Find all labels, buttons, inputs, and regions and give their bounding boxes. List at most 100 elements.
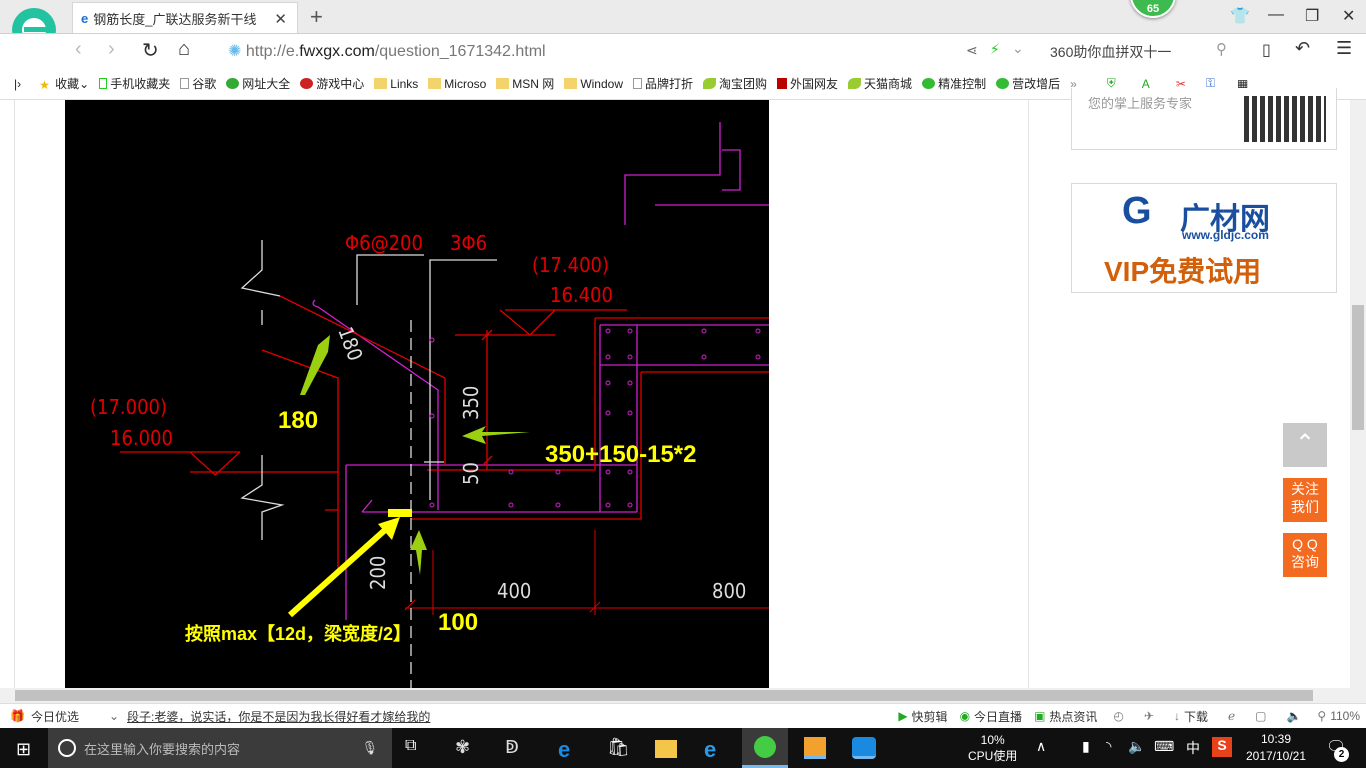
pin-icon[interactable]: ✈ (1144, 709, 1154, 723)
follow-us-button[interactable]: 关注我们 (1283, 478, 1327, 522)
sogou-icon[interactable]: S (1212, 737, 1232, 757)
taskbar-360-active[interactable] (742, 728, 788, 768)
bookmark-item[interactable]: 谷歌 (180, 75, 216, 92)
bookmark-label: 精准控制 (938, 77, 987, 91)
sidebar-toggle-icon[interactable]: |› (14, 77, 21, 91)
search-icon[interactable]: ⚲ (1216, 40, 1227, 58)
360-browser-icon (754, 736, 776, 758)
status-download[interactable]: 下载 (1184, 708, 1208, 725)
start-button[interactable]: ⊞ (16, 739, 31, 760)
file-explorer-icon[interactable] (655, 740, 677, 758)
annotation-formula: 350+150-15*2 (545, 441, 696, 468)
mic-icon[interactable]: 🎙 (361, 740, 378, 756)
spiral-app-icon[interactable]: ↁ (505, 737, 529, 759)
clock[interactable]: 10:39 2017/10/21 (1243, 731, 1309, 765)
bookmark-label: 外国网友 (790, 77, 839, 91)
phone-icon[interactable]: ▯ (1262, 40, 1271, 60)
bookmark-item[interactable]: 游戏中心 (300, 75, 364, 92)
new-tab-button[interactable]: + (310, 4, 323, 30)
back-button[interactable]: ‹ (75, 38, 82, 61)
bookmark-folder[interactable]: Window (564, 77, 623, 91)
qr-code (1244, 96, 1326, 142)
home-button[interactable]: ⌂ (178, 38, 190, 61)
battery-icon[interactable]: ▮ (1082, 738, 1090, 755)
horizontal-scroll-thumb[interactable] (15, 690, 1313, 701)
status-clip[interactable]: 快剪辑 (912, 708, 948, 725)
bookmark-item[interactable]: ★ 收藏 ⌄ (39, 75, 89, 93)
skin-icon[interactable]: 👕 (1230, 6, 1250, 26)
bookmark-item[interactable]: 营改增后 (996, 75, 1060, 92)
elevation-left: 16.000 (110, 426, 173, 450)
menu-icon[interactable]: ☰ (1336, 38, 1352, 59)
clock-date: 2017/10/21 (1245, 749, 1307, 763)
url-domain: fwxgx.com (299, 43, 375, 60)
site-favicon-icon: e (81, 11, 89, 26)
bookmark-item[interactable]: 淘宝团购 (703, 75, 767, 92)
rebar-label-stirrup: Φ6@200 (345, 231, 423, 255)
fan-app-icon[interactable]: ✾ (455, 737, 479, 759)
bookmark-item[interactable]: 外国网友 (777, 75, 838, 92)
volume-icon[interactable]: 🔈 (1286, 709, 1301, 723)
restore-button[interactable]: ❐ (1305, 6, 1319, 26)
elevation-top: 16.400 (550, 283, 613, 307)
reload-button[interactable]: ↻ (142, 38, 159, 63)
close-tab-icon[interactable]: ✕ (274, 10, 287, 28)
bookmark-item[interactable]: 品牌打折 (633, 75, 693, 92)
annotation-rule: 按照max【12d，梁宽度/2】 (185, 623, 411, 644)
back-to-top-button[interactable]: ⌃ (1283, 423, 1327, 467)
speed-icon[interactable]: ⚡ (990, 41, 1000, 58)
gldjc-ad[interactable]: G 广材网 www.gldjc.com VIP免费试用 (1071, 183, 1337, 293)
notes-app-icon[interactable] (804, 737, 826, 759)
bookmark-folder[interactable]: Microso (428, 77, 486, 91)
volume-tray-icon[interactable]: 🔈 (1128, 738, 1145, 755)
url-input[interactable]: ✺ http://e.fwxgx.com/question_1671342.ht… (228, 41, 546, 61)
news-link[interactable]: 段子:老婆，说实话，你是不是因为我长得好看才嫁给我的 (127, 708, 430, 725)
zoom-icon: ⚲ (1317, 709, 1327, 723)
history-icon[interactable]: ◴ (1113, 709, 1123, 723)
bookmark-label: 游戏中心 (316, 77, 365, 91)
store-icon[interactable]: 🛍 (607, 737, 631, 759)
ie-icon[interactable]: e (704, 737, 728, 762)
zoom-level[interactable]: 110% (1330, 709, 1360, 723)
url-path: /question_1671342.html (374, 43, 546, 60)
today-picks[interactable]: 今日优选 (31, 708, 79, 725)
bookmark-item[interactable]: 天猫商城 (848, 75, 912, 92)
url-prefix: http://e. (245, 43, 300, 60)
chevron-down-icon[interactable]: ⌄ (109, 709, 119, 723)
bookmark-item[interactable]: 网址大全 (226, 75, 290, 92)
app-promo-box[interactable]: 您的掌上服务专家 (1071, 88, 1337, 150)
minimize-button[interactable]: — (1268, 6, 1284, 24)
status-live[interactable]: 今日直播 (974, 708, 1022, 725)
ie-mode-icon[interactable]: ℯ (1228, 709, 1235, 723)
ad-logo-g-icon: G (1122, 190, 1152, 232)
bookmark-folder[interactable]: Links (374, 77, 418, 91)
close-window-button[interactable]: ✕ (1342, 6, 1355, 26)
bookmark-item[interactable]: 精准控制 (922, 75, 986, 92)
download-icon: ↓ (1173, 709, 1180, 723)
taskbar-search[interactable]: 在这里输入你要搜索的内容 🎙 (48, 728, 392, 768)
cpu-usage[interactable]: 10% CPU使用 (968, 732, 1017, 764)
status-hotnews[interactable]: 热点资讯 (1049, 708, 1097, 725)
search-input[interactable]: 360助你血拼双十一 (1050, 42, 1171, 62)
cpu-label: CPU使用 (968, 749, 1018, 763)
edge-icon[interactable]: e (558, 737, 582, 762)
keyboard-icon[interactable]: ⌨ (1154, 738, 1174, 755)
forward-button[interactable]: › (108, 38, 115, 61)
tray-expand-icon[interactable]: ∧ (1036, 738, 1046, 755)
bookmark-item[interactable]: 手机收藏夹 (99, 75, 170, 92)
window-icon[interactable]: ▢ (1255, 709, 1266, 723)
remote-app-icon[interactable] (852, 737, 876, 759)
dim-800: 800 (712, 579, 746, 603)
task-view-icon[interactable]: ⧉ (405, 737, 429, 759)
elevation-left-paren: (17.000) (90, 395, 167, 419)
share-icon[interactable]: ⋖ (966, 42, 978, 59)
vertical-scroll-thumb[interactable] (1352, 305, 1364, 430)
qq-consult-button[interactable]: Q Q咨询 (1283, 533, 1327, 577)
chevron-down-icon[interactable]: ⌄ (1012, 40, 1024, 57)
elevation-top-paren: (17.400) (532, 253, 609, 277)
bookmark-folder[interactable]: MSN 网 (496, 75, 554, 92)
undo-icon[interactable]: ↶ (1295, 38, 1310, 59)
ime-indicator[interactable]: 中 (1186, 738, 1200, 758)
wifi-icon[interactable]: ◝ (1106, 738, 1111, 755)
tab-active[interactable]: e 钢筋长度_广联达服务新干线 ✕ (72, 2, 298, 34)
